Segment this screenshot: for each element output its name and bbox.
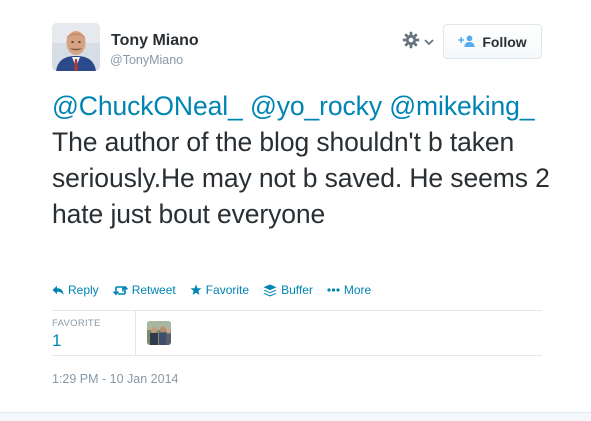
favoriter-avatar[interactable]	[147, 321, 171, 345]
more-icon	[327, 288, 340, 292]
tweet-timestamp[interactable]: 1:29 PM - 10 Jan 2014	[52, 372, 178, 386]
reply-icon	[52, 285, 64, 296]
user-handle[interactable]: @TonyMiano	[110, 53, 183, 67]
divider	[135, 311, 136, 355]
user-name[interactable]: Tony Miano	[111, 32, 199, 50]
mention-link[interactable]: @mikeking_	[389, 91, 534, 121]
buffer-button[interactable]: Buffer	[263, 283, 313, 297]
buffer-icon	[263, 284, 277, 297]
follow-button[interactable]: Follow	[443, 24, 542, 59]
favorite-stat-label: FAVORITE	[52, 318, 101, 329]
reply-area-edge	[0, 412, 591, 421]
favorite-label: Favorite	[205, 283, 250, 297]
retweet-button[interactable]: Retweet	[112, 283, 176, 297]
chevron-down-icon	[424, 33, 434, 51]
more-button[interactable]: More	[327, 283, 371, 297]
mention-link[interactable]: @yo_rocky	[250, 91, 382, 121]
add-user-icon	[458, 34, 476, 50]
favorite-button[interactable]: Favorite	[190, 283, 249, 297]
divider	[52, 310, 542, 311]
tweet-actions: Reply Retweet Favorite Buffer More	[52, 282, 385, 298]
settings-menu[interactable]	[402, 31, 438, 54]
tweet-text: @ChuckONeal_ @yo_rocky @mikeking_ The au…	[52, 88, 552, 232]
follow-label: Follow	[482, 33, 527, 50]
favorite-count[interactable]: 1	[52, 331, 61, 351]
avatar[interactable]	[52, 23, 100, 71]
mention-link[interactable]: @ChuckONeal_	[52, 91, 243, 121]
reply-label: Reply	[68, 283, 99, 297]
retweet-icon	[112, 285, 128, 296]
divider	[52, 355, 542, 356]
buffer-label: Buffer	[281, 283, 313, 297]
star-icon	[190, 284, 202, 296]
more-label: More	[343, 283, 372, 297]
gear-icon	[402, 31, 420, 54]
tweet-body: The author of the blog shouldn't b taken…	[52, 127, 550, 229]
retweet-label: Retweet	[131, 283, 176, 297]
reply-button[interactable]: Reply	[52, 283, 99, 297]
tweet: Tony Miano @TonyMiano Follow @ChuckONeal…	[0, 0, 591, 421]
